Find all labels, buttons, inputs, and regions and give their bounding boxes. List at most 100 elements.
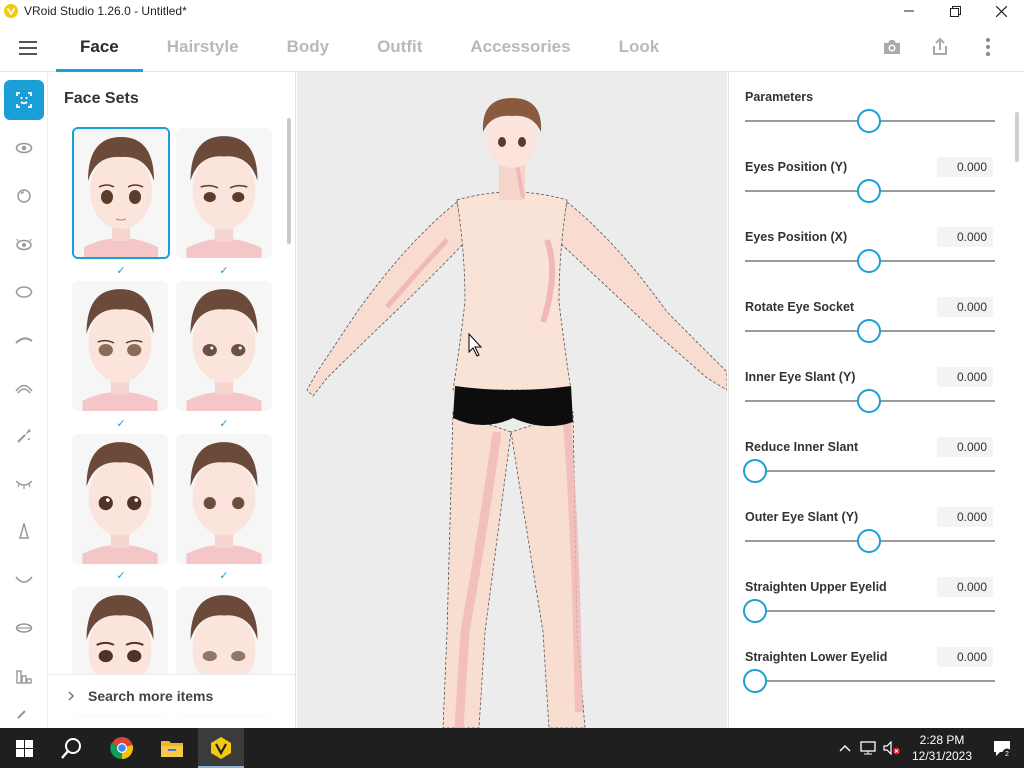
parameter-value-field[interactable]: 0.000 [937,227,993,247]
search-more-label: Search more items [88,687,214,704]
tab-hairstyle[interactable]: Hairstyle [143,22,263,72]
vroid-taskbar-button[interactable] [198,728,244,768]
parameter-slider-thumb[interactable] [743,599,767,623]
parameter-slider-thumb[interactable] [857,389,881,413]
folder-icon [161,741,183,757]
chevron-right-icon [68,690,78,701]
export-button[interactable] [928,35,952,59]
rail-makeup[interactable] [4,416,44,456]
parameter-slider-thumb[interactable] [743,669,767,693]
tab-outfit[interactable]: Outfit [353,22,446,72]
taskbar-clock[interactable]: 2:28 PM 12/31/2023 [904,732,980,764]
face-preview-image [72,434,168,564]
owned-check-icon: ✓ [116,418,126,430]
parameter-value-field[interactable]: 0.000 [937,157,993,177]
search-icon [61,738,81,759]
parameter-value-field[interactable]: 0.000 [937,507,993,527]
tab-body[interactable]: Body [263,22,354,72]
rail-face-parameters[interactable] [4,656,44,696]
rail-eyelash[interactable] [4,224,44,264]
parameter-slider-track[interactable] [745,610,995,612]
face-sets-scrollbar[interactable] [287,118,291,244]
windows-taskbar: 2:28 PM 12/31/2023 2 [0,728,1024,768]
model-viewport[interactable] [297,72,727,728]
volume-button[interactable] [880,728,904,768]
face-preview-image [72,281,168,411]
face-set-thumbnail[interactable] [72,434,168,564]
hamburger-icon [19,41,37,55]
face-preview-image [74,129,168,257]
parameter-slider-track[interactable] [745,470,995,472]
rail-mouth[interactable] [4,560,44,600]
parameter-slider-thumb[interactable] [857,319,881,343]
action-center-button[interactable]: 2 [980,728,1024,768]
face-set-thumbnail[interactable] [72,127,170,259]
face-set-thumbnail[interactable] [176,281,272,411]
close-button[interactable] [978,0,1024,22]
pipette-icon [17,710,26,719]
show-hidden-icons-button[interactable] [834,728,856,768]
restore-button[interactable] [932,0,978,22]
parameter-slider-thumb[interactable] [857,109,881,133]
camera-button[interactable] [880,35,904,59]
network-button[interactable] [856,728,880,768]
chrome-icon [110,737,133,760]
rail-more[interactable] [4,704,44,728]
face-set-thumbnail[interactable] [176,434,272,564]
parameter-label: Eyes Position (Y) [745,160,848,174]
parameters-panel: Parameters Eyes Position (Y) 0.000 Eyes Pos… [728,72,1024,728]
search-button[interactable] [48,728,96,768]
face-set-thumbnail[interactable] [72,281,168,411]
clock-date: 12/31/2023 [911,749,973,763]
parameter-label: Outer Eye Slant (Y) [745,510,859,524]
rail-iris[interactable] [4,176,44,216]
rail-face-sets[interactable] [4,80,44,120]
parameter-slider-thumb[interactable] [743,459,767,483]
tab-look[interactable]: Look [595,22,684,72]
face-set-thumbnail[interactable] [176,128,272,258]
parameter-value-field[interactable]: 0.000 [937,577,993,597]
tab-accessories[interactable]: Accessories [446,22,594,72]
menu-button[interactable] [14,36,42,60]
rail-ear[interactable] [4,368,44,408]
rail-face-shape[interactable] [4,272,44,312]
parameter-value-field[interactable]: 0.000 [937,297,993,317]
file-explorer-taskbar-button[interactable] [148,728,196,768]
owned-check-icon: ✓ [116,570,126,582]
parameter-slider-thumb[interactable] [857,179,881,203]
parameter-label: Inner Eye Slant (Y) [745,370,856,384]
eyebrow-icon [15,337,33,344]
parameter-value-field[interactable]: 0.000 [937,367,993,387]
search-more-items-button[interactable]: Search more items [48,674,295,716]
oval-face-icon [15,286,33,298]
mouth-icon [15,576,33,583]
category-tabs: Face Hairstyle Body Outfit Accessories L… [56,22,683,72]
more-options-button[interactable] [976,35,1000,59]
rail-nose[interactable] [4,512,44,552]
clock-time: 2:28 PM [919,733,965,747]
close-icon [995,5,1007,17]
parameter-slider-thumb[interactable] [857,249,881,273]
owned-check-icon: ✓ [116,265,126,277]
volume-muted-icon [883,741,900,755]
chrome-taskbar-button[interactable] [98,728,146,768]
parameter-slider-track[interactable] [745,680,995,682]
rail-teeth[interactable] [4,608,44,648]
restore-icon [949,5,961,17]
face-sets-icon [16,92,32,108]
rail-eyes[interactable] [4,128,44,168]
start-button[interactable] [0,728,48,768]
parameter-value-field[interactable]: 0.000 [937,437,993,457]
vroid-app-icon [211,737,231,759]
minimize-button[interactable] [886,0,932,22]
rail-eyelid[interactable] [4,464,44,504]
parameters-scrollbar[interactable] [1015,112,1019,162]
parameter-label: Rotate Eye Socket [745,300,855,314]
rail-eyebrow[interactable] [4,320,44,360]
system-tray: 2:28 PM 12/31/2023 2 [834,728,1024,768]
tab-face[interactable]: Face [56,22,143,72]
parameter-label: Straighten Lower Eyelid [745,650,888,664]
vroid-studio-window: VRoid Studio 1.26.0 - Untitled* Face Hai… [0,0,1024,768]
parameter-slider-thumb[interactable] [857,529,881,553]
parameter-value-field[interactable]: 0.000 [937,647,993,667]
